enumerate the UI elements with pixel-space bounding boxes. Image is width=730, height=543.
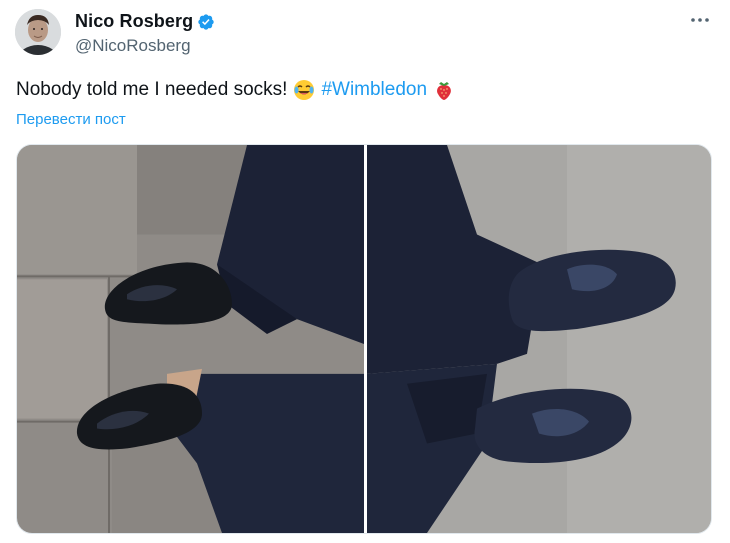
user-handle[interactable]: @NicoRosberg <box>75 36 191 56</box>
media-photo-left[interactable] <box>17 145 364 533</box>
translate-post-link[interactable]: Перевести пост <box>16 111 126 128</box>
tweet-text-main: Nobody told me I needed socks! <box>16 79 288 100</box>
verified-badge-icon <box>197 13 215 31</box>
more-horizontal-icon <box>691 18 709 22</box>
hashtag-link[interactable]: #Wimbledon <box>321 78 427 102</box>
more-options-button[interactable] <box>688 10 712 30</box>
right-photo-image <box>367 145 711 533</box>
strawberry-emoji-icon <box>433 79 455 101</box>
avatar[interactable] <box>15 9 61 55</box>
tweet-text: Nobody told me I needed socks! #Wimbledo… <box>16 78 455 102</box>
laughing-tears-emoji-icon <box>293 79 315 101</box>
media-photo-right[interactable] <box>367 145 711 533</box>
tweet-media <box>16 144 712 534</box>
avatar-image <box>15 9 61 55</box>
left-photo-image <box>17 145 364 533</box>
author-name-row: Nico Rosberg <box>75 11 215 32</box>
display-name[interactable]: Nico Rosberg <box>75 11 193 32</box>
